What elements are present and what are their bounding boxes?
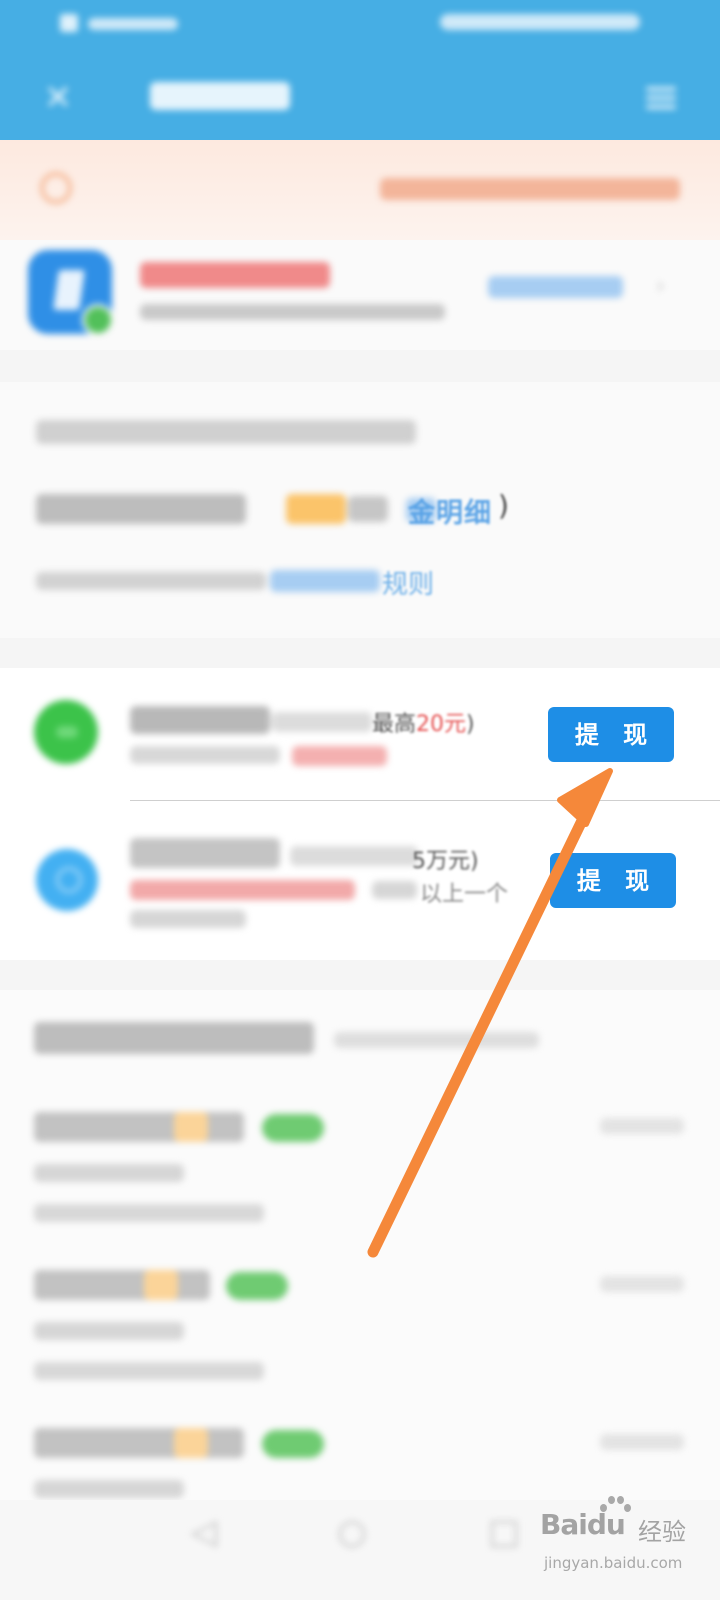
alipay-withdraw-hint: 以上一个 (420, 882, 509, 907)
wechat-withdraw-button[interactable]: 提 现 (548, 707, 674, 762)
alipay-icon (36, 849, 98, 911)
status-bar-right (440, 14, 640, 30)
document-check-icon (28, 250, 114, 336)
watermark-url: jingyan.baidu.com (544, 1554, 683, 1572)
watermark-logo: Baidu (540, 1508, 626, 1541)
records-title (34, 1022, 314, 1054)
recent-icon[interactable]: □ (484, 1512, 524, 1552)
balance-detail-paren: ) (498, 489, 509, 522)
promo-subtitle (140, 304, 445, 320)
wechat-withdraw-sub (130, 746, 280, 764)
divider (130, 800, 720, 801)
alipay-withdraw-note (290, 846, 418, 866)
watermark-cn: 经验 (638, 1518, 686, 1546)
page-title (150, 72, 300, 118)
list-item[interactable] (0, 1270, 720, 1420)
chevron-right-icon: › (656, 274, 665, 299)
close-icon[interactable]: ✕ (40, 80, 76, 116)
promo-link[interactable] (488, 276, 623, 298)
wechat-icon (34, 700, 98, 764)
alipay-withdraw-sub (372, 881, 417, 899)
balance-detail-link[interactable]: 金明细 (408, 491, 492, 530)
record-line (34, 1322, 184, 1340)
record-line (34, 1362, 264, 1380)
status-badge (262, 1114, 324, 1142)
notice-text[interactable] (380, 178, 680, 200)
record-line (34, 1204, 264, 1222)
promo-title (140, 262, 330, 288)
alipay-withdraw-title (130, 838, 280, 868)
account-line (36, 420, 416, 444)
speaker-icon (40, 172, 72, 204)
records-subtitle (334, 1032, 539, 1048)
record-line (34, 1480, 184, 1498)
record-name (34, 1112, 244, 1142)
wechat-withdraw-title (130, 706, 270, 734)
record-date (600, 1276, 684, 1292)
home-icon[interactable]: ○ (332, 1512, 372, 1552)
record-date (600, 1118, 684, 1134)
record-line (34, 1164, 184, 1182)
wechat-withdraw-note (272, 712, 372, 732)
record-date (600, 1434, 684, 1450)
record-name (34, 1428, 244, 1458)
list-item[interactable] (0, 1112, 720, 1262)
baidu-jingyan-watermark: Baidu 经验 jingyan.baidu.com (540, 1494, 710, 1594)
rule-link[interactable]: 规则 (382, 564, 434, 601)
wechat-withdraw-tag (292, 746, 387, 766)
balance-line (36, 494, 596, 526)
alipay-withdraw-button[interactable]: 提 现 (550, 853, 676, 908)
wechat-withdraw-limit: 最高20元) (372, 712, 475, 737)
record-name (34, 1270, 210, 1300)
status-badge (262, 1430, 324, 1458)
menu-icon[interactable] (646, 82, 676, 112)
back-icon[interactable]: ◁ (184, 1512, 224, 1552)
alipay-withdraw-limit: 5万元) (412, 849, 479, 874)
status-badge (226, 1272, 288, 1300)
wechat-limit-amount: 20元 (416, 712, 467, 737)
status-bar-left (60, 12, 190, 36)
alipay-withdraw-warning (130, 880, 355, 900)
alipay-withdraw-sub2 (130, 910, 246, 928)
